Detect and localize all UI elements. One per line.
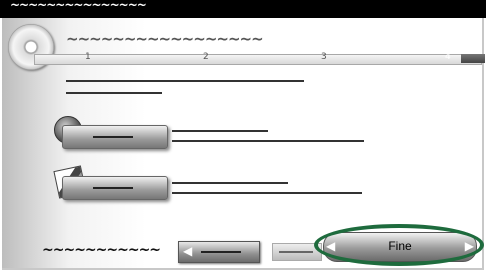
option-2-desc-line — [172, 192, 362, 194]
cancel-button-label — [279, 251, 313, 253]
highlight-ring — [314, 224, 484, 266]
step-3: 3 — [321, 52, 327, 62]
step-2: 2 — [203, 52, 209, 62]
option-button-label — [93, 136, 133, 138]
option-2-title-line — [172, 182, 288, 184]
title-bar: ~~~~~~~~~~~~~~~ — [0, 0, 486, 18]
description-line-2 — [66, 92, 162, 94]
description-line-1 — [66, 80, 304, 82]
window-title: ~~~~~~~~~~~~~~~ — [10, 0, 147, 12]
back-button[interactable]: ◀ — [178, 241, 260, 263]
current-step-highlight — [461, 54, 485, 63]
page-heading: ~~~~~~~~~~~~~~~~~ — [66, 30, 264, 48]
option-button-internet[interactable] — [62, 125, 168, 149]
step-progress-bar: 1 2 3 4 — [34, 52, 485, 65]
arrow-left-icon: ◀ — [183, 244, 193, 258]
step-4: 4 — [445, 52, 451, 62]
back-button-label — [201, 251, 241, 253]
option-button-document[interactable] — [62, 176, 168, 200]
footer-brand: ~~~~~~~~~~~ — [42, 242, 161, 258]
step-1: 1 — [85, 52, 91, 62]
option-button-label — [93, 187, 133, 189]
option-1-desc-line — [172, 140, 364, 142]
option-1-title-line — [172, 130, 268, 132]
